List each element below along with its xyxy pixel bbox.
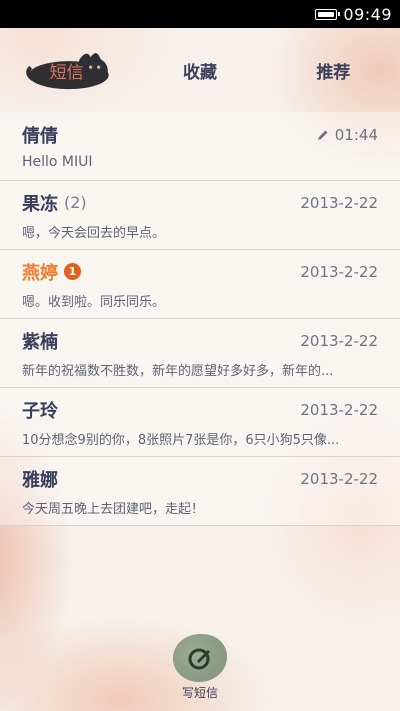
compose-label: 写短信 [181, 686, 218, 700]
conversation-time: 2013-2-22 [300, 469, 378, 488]
message-preview: 嗯。收到啦。同乐同乐。 [22, 294, 166, 310]
status-bar: 09:49 [0, 0, 400, 28]
compose-pen-icon [188, 648, 210, 670]
message-preview: 今天周五晚上去团建吧，走起！ [22, 501, 205, 517]
message-preview: 10分想念9别的你，8张照片7张是你，6只小狗5只像... [22, 432, 340, 448]
conversation-time: 01:44 [317, 126, 378, 144]
conversation-row[interactable]: 紫楠 2013-2-22 新年的祝福数不胜数，新年的愿望好多好多，新年的... [0, 319, 400, 388]
compose-icon [173, 634, 227, 682]
conversation-row[interactable]: 倩倩 01:44 Hello MIUI [0, 112, 400, 181]
conversation-time: 2013-2-22 [300, 193, 378, 212]
tab-recommended[interactable]: 推荐 [267, 58, 400, 83]
compose-button[interactable]: 写短信 [173, 634, 227, 701]
contact-name: 燕婷 1 [22, 259, 81, 285]
tab-favorites[interactable]: 收藏 [133, 58, 266, 83]
message-preview: Hello MIUI [22, 154, 93, 170]
message-count: (2) [64, 193, 87, 212]
contact-name: 倩倩 [22, 126, 58, 147]
status-time: 09:49 [343, 4, 392, 24]
conversation-row[interactable]: 果冻 (2) 2013-2-22 嗯，今天会回去的早点。 [0, 181, 400, 250]
tab-messages[interactable]: 短信 [0, 53, 133, 90]
conversation-time: 2013-2-22 [300, 262, 378, 281]
conversation-row[interactable]: 燕婷 1 2013-2-22 嗯。收到啦。同乐同乐。 [0, 250, 400, 319]
conversation-row[interactable]: 雅娜 2013-2-22 今天周五晚上去团建吧，走起！ [0, 457, 400, 526]
conversation-row[interactable]: 子玲 2013-2-22 10分想念9别的你，8张照片7张是你，6只小狗5只像.… [0, 388, 400, 457]
contact-name: 果冻 (2) [22, 193, 87, 215]
contact-name: 紫楠 [22, 331, 58, 353]
contact-name: 雅娜 [22, 469, 58, 491]
tab-bar: 短信 收藏 推荐 [0, 28, 400, 112]
unread-badge: 1 [64, 263, 81, 280]
tab-messages-label: 短信 [49, 62, 84, 83]
conversation-time: 2013-2-22 [300, 331, 378, 350]
contact-name: 子玲 [22, 400, 58, 422]
message-preview: 嗯，今天会回去的早点。 [22, 225, 166, 241]
conversation-time: 2013-2-22 [300, 400, 378, 419]
draft-pencil-icon [317, 130, 328, 140]
message-preview: 新年的祝福数不胜数，新年的愿望好多好多，新年的... [22, 363, 334, 379]
battery-icon [315, 8, 341, 20]
conversation-list: 倩倩 01:44 Hello MIUI 果冻 (2) 2013-2-22 嗯，今天… [0, 112, 400, 526]
